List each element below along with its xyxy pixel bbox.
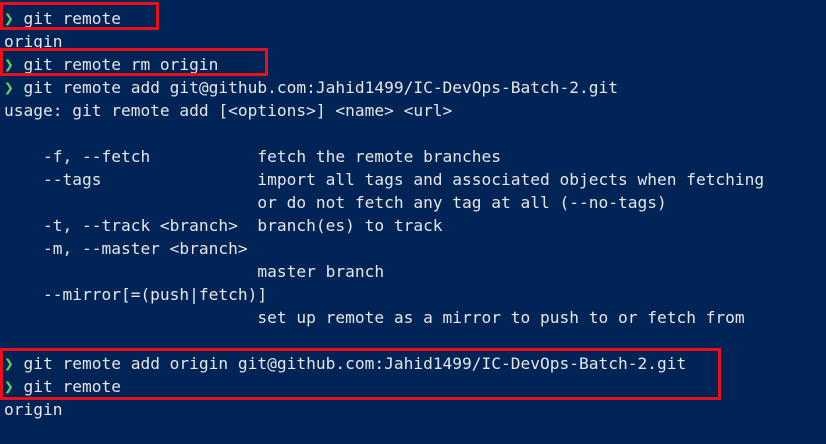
output-text: master branch	[4, 262, 385, 281]
output-line: -f, --fetch fetch the remote branches	[4, 145, 826, 168]
output-text: usage: git remote add [<options>] <name>…	[4, 101, 453, 120]
output-line: --mirror[=(push|fetch)]	[4, 283, 826, 306]
highlight-box-git-remote	[0, 2, 159, 30]
output-line: -m, --master <branch>	[4, 237, 826, 260]
output-line: origin	[4, 398, 826, 421]
output-text: --mirror[=(push|fetch)]	[4, 285, 268, 304]
prompt-chevron-icon: ❯	[4, 78, 14, 97]
output-text: --tags import all tags and associated ob…	[4, 170, 765, 189]
command-text: git remote add git@github.com:Jahid1499/…	[13, 78, 618, 97]
highlight-box-git-remote-rm	[0, 48, 268, 76]
output-line: -t, --track <branch> branch(es) to track	[4, 214, 826, 237]
output-line: usage: git remote add [<options>] <name>…	[4, 99, 826, 122]
highlight-box-add-origin-and-verify	[0, 348, 721, 400]
terminal-window[interactable]: ❯ git remote origin ❯ git remote rm origin…	[0, 0, 826, 444]
output-text: -f, --fetch fetch the remote branches	[4, 147, 502, 166]
output-text: origin	[4, 400, 63, 419]
output-line: master branch	[4, 260, 826, 283]
output-text: -t, --track <branch> branch(es) to track	[4, 216, 443, 235]
output-text: set up remote as a mirror to push to or …	[4, 308, 745, 327]
output-line: set up remote as a mirror to push to or …	[4, 306, 826, 329]
output-line: or do not fetch any tag at all (--no-tag…	[4, 191, 826, 214]
output-text: -m, --master <branch>	[4, 239, 248, 258]
output-text: or do not fetch any tag at all (--no-tag…	[4, 193, 667, 212]
command-line: ❯ git remote add git@github.com:Jahid149…	[4, 76, 826, 99]
output-line: --tags import all tags and associated ob…	[4, 168, 826, 191]
